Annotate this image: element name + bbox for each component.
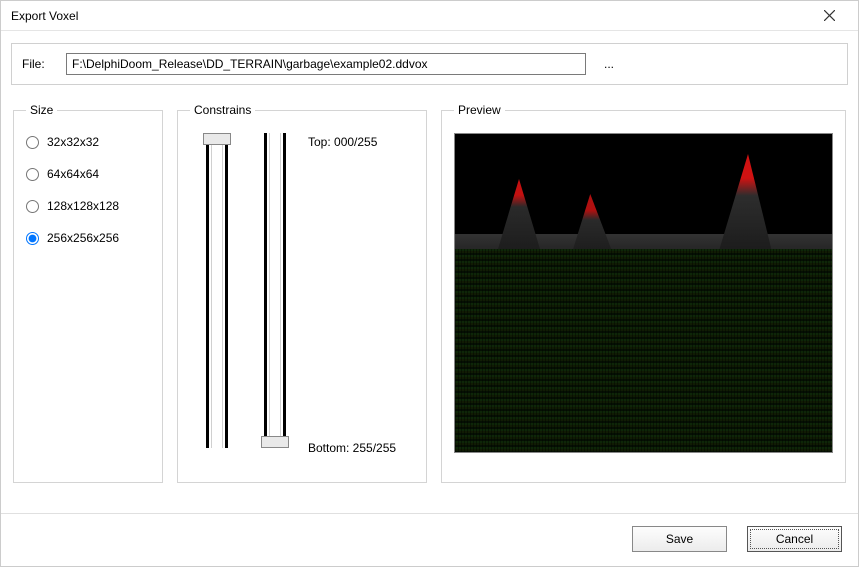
size-radio-label: 256x256x256 [47,231,119,245]
constrain-slider-top[interactable] [200,133,234,448]
size-radio-label: 128x128x128 [47,199,119,213]
browse-button[interactable]: ... [598,57,620,71]
size-radio-list: 32x32x32 64x64x64 128x128x128 256x256x25… [26,135,150,245]
size-option-256[interactable]: 256x256x256 [26,231,150,245]
size-option-32[interactable]: 32x32x32 [26,135,150,149]
terrain-ground [455,249,832,452]
constrain-slider-bottom[interactable] [258,133,292,448]
size-option-64[interactable]: 64x64x64 [26,167,150,181]
close-button[interactable] [808,3,850,29]
close-icon [824,10,835,21]
size-group: Size 32x32x32 64x64x64 128x128x128 256x2… [13,103,163,483]
terrain-peak [715,154,775,264]
file-path-input[interactable] [66,53,586,75]
slider-thumb[interactable] [203,133,231,145]
preview-group: Preview [441,103,846,483]
file-label: File: [22,57,54,71]
terrain-peak [495,179,543,259]
size-radio-32[interactable] [26,136,39,149]
window-title: Export Voxel [11,9,78,23]
preview-canvas [454,133,833,453]
constrain-bottom-label: Bottom: 255/255 [308,441,396,455]
export-voxel-window: Export Voxel File: ... Size 32x32x32 64x… [0,0,859,567]
size-radio-128[interactable] [26,200,39,213]
button-row: Save Cancel [1,513,858,566]
constrains-legend: Constrains [190,103,255,117]
size-radio-64[interactable] [26,168,39,181]
constrains-labels: Top: 000/255 Bottom: 255/255 [308,135,396,455]
file-row: File: ... [11,43,848,85]
size-legend: Size [26,103,57,117]
constrain-top-label: Top: 000/255 [308,135,396,149]
size-radio-256[interactable] [26,232,39,245]
size-radio-label: 64x64x64 [47,167,99,181]
titlebar: Export Voxel [1,1,858,31]
content-area: Size 32x32x32 64x64x64 128x128x128 256x2… [1,85,858,509]
cancel-button[interactable]: Cancel [747,526,842,552]
constrains-group: Constrains Top: 000/255 Bottom: 255/255 [177,103,427,483]
preview-legend: Preview [454,103,505,117]
save-button[interactable]: Save [632,526,727,552]
size-radio-label: 32x32x32 [47,135,99,149]
size-option-128[interactable]: 128x128x128 [26,199,150,213]
slider-thumb[interactable] [261,436,289,448]
